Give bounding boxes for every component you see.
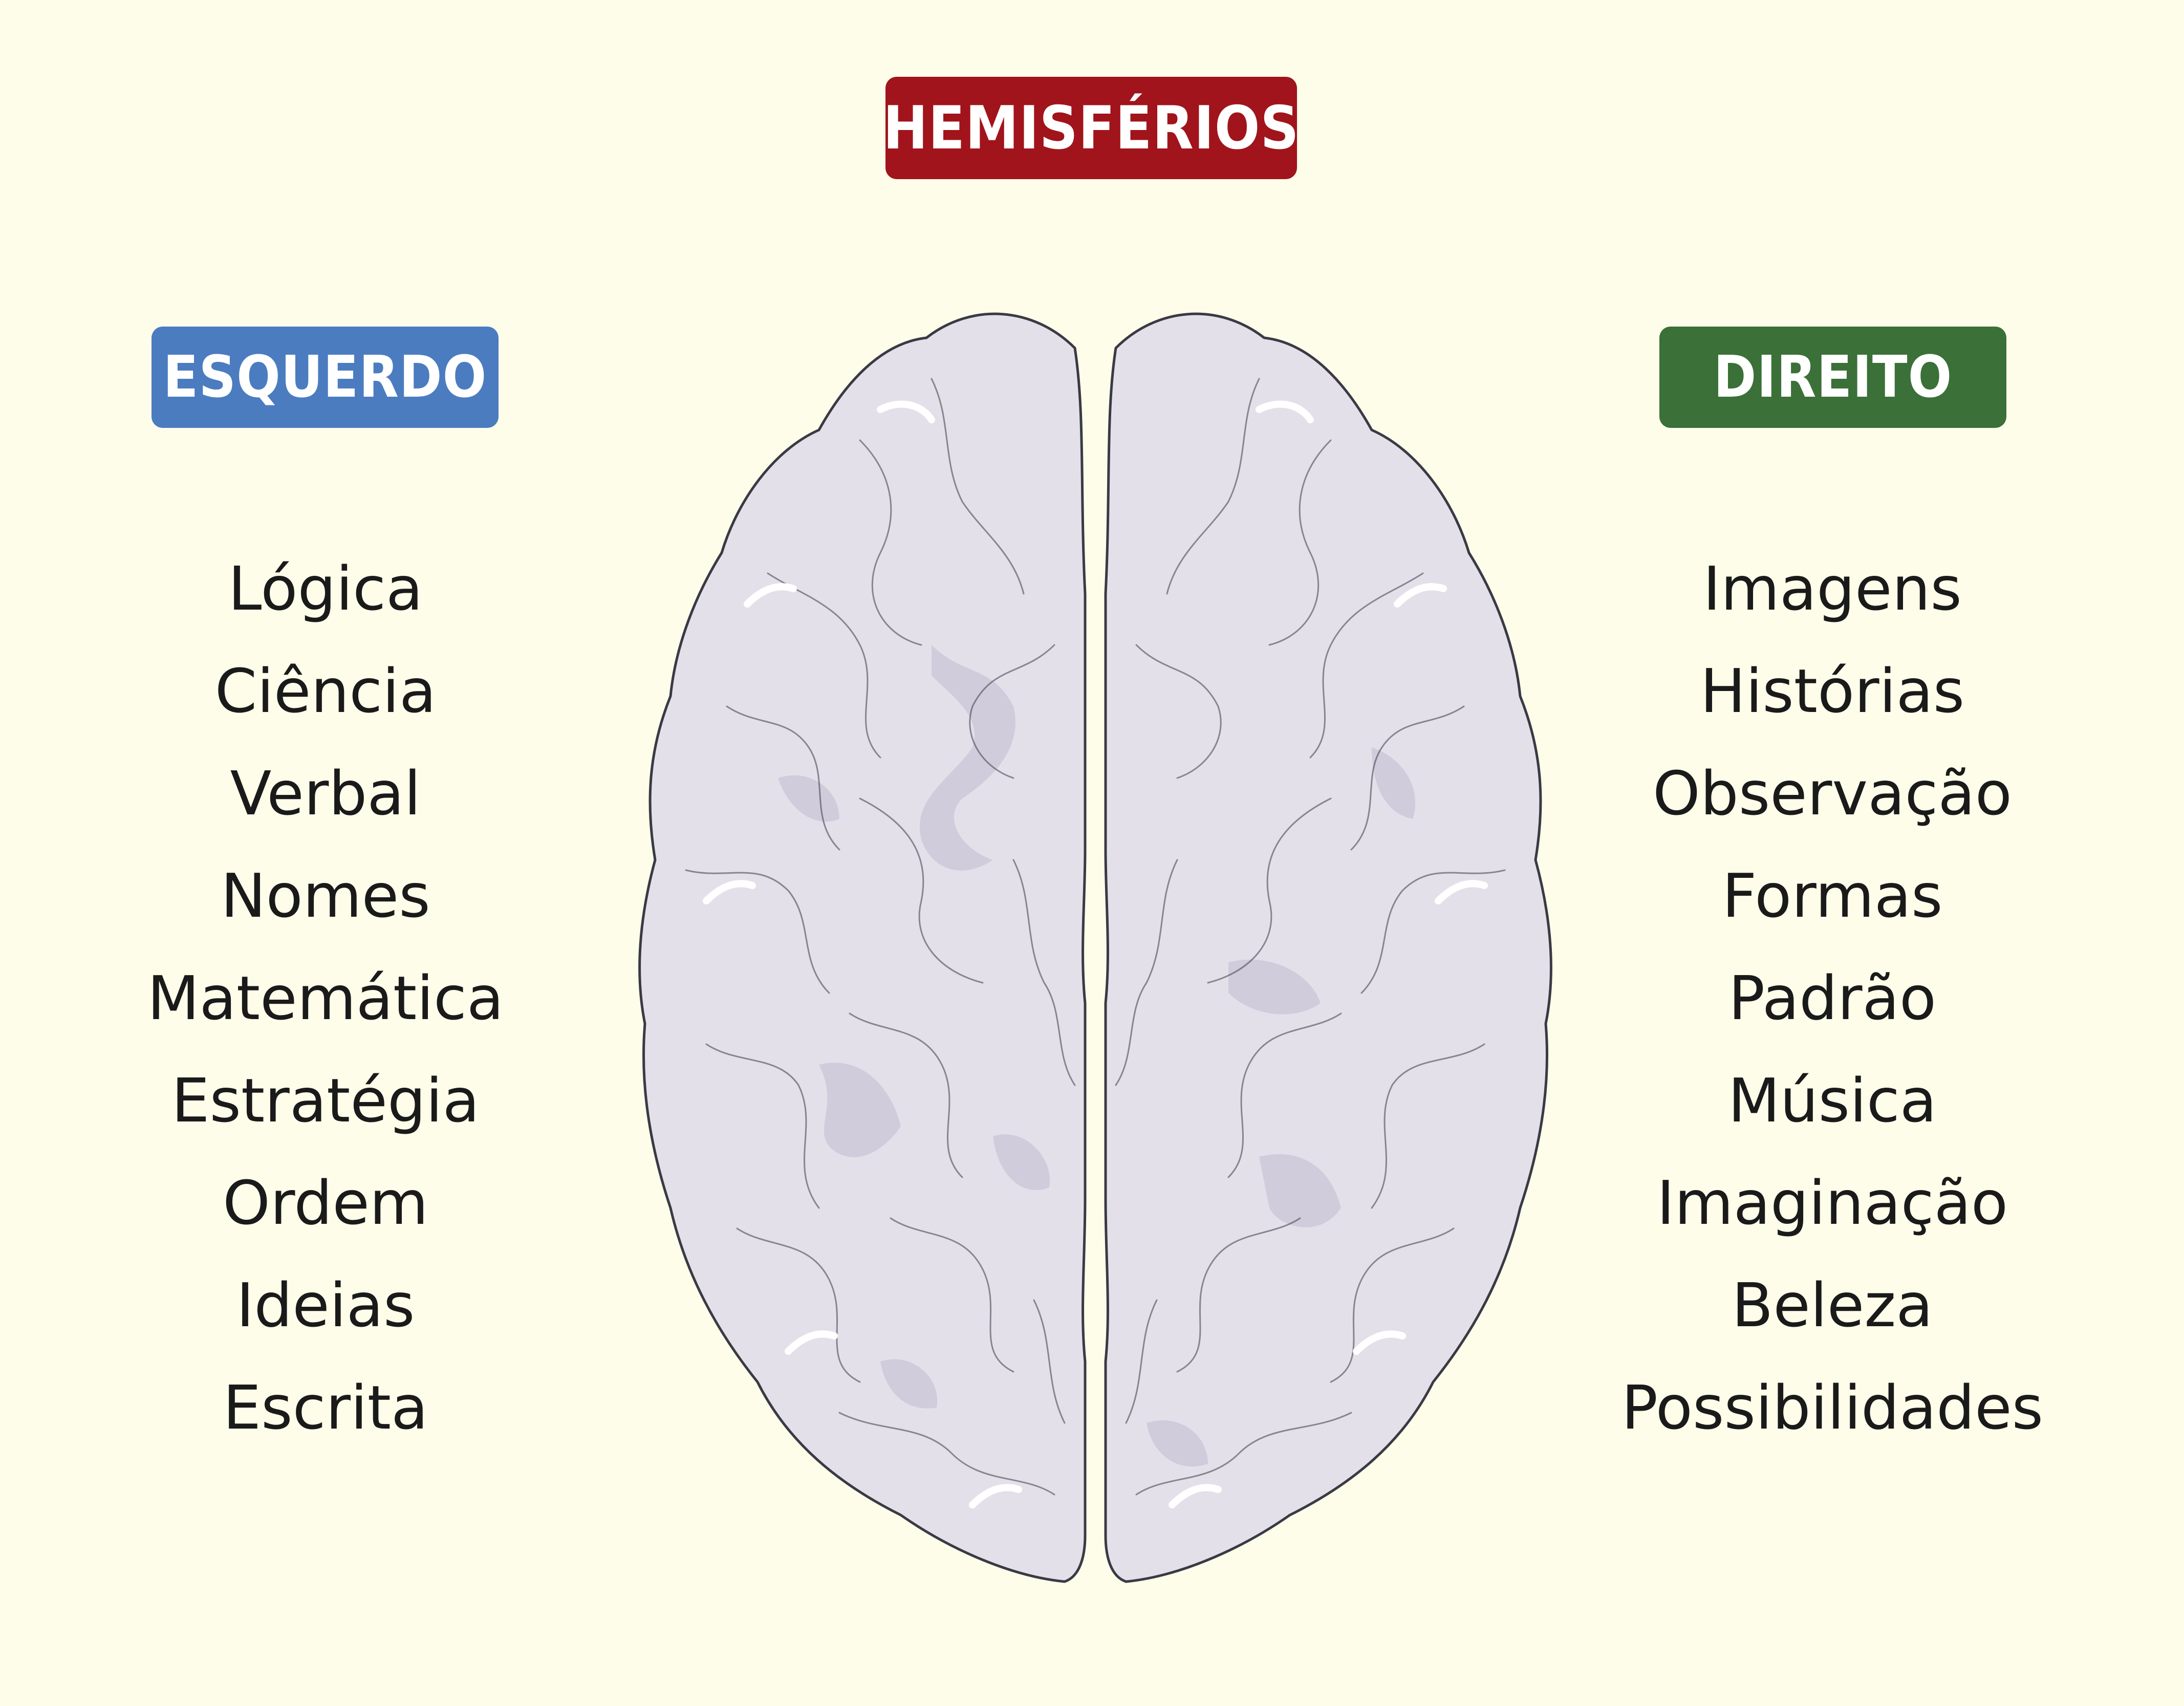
left-hemisphere-label: ESQUERDO: [163, 344, 487, 411]
diagram-canvas: HEMISFÉRIOS ESQUERDO DIREITO Lógica Ciên…: [0, 0, 2184, 1706]
title-label: HEMISFÉRIOS: [883, 93, 1300, 163]
right-item: Música: [1727, 1065, 1937, 1136]
right-item: Possibilidades: [1621, 1372, 2044, 1443]
left-hemisphere-shape: [638, 312, 1087, 1583]
right-item: Histórias: [1700, 656, 1965, 726]
right-item: Formas: [1722, 860, 1943, 931]
title-badge: HEMISFÉRIOS: [883, 77, 1300, 179]
left-item: Nomes: [221, 860, 430, 931]
right-hemisphere-shape: [1104, 312, 1552, 1583]
right-hemisphere-badge: DIREITO: [1659, 327, 2006, 428]
left-item: Matemática: [147, 963, 504, 1033]
brain-illustration: [638, 312, 1552, 1583]
left-item: Estratégia: [171, 1065, 480, 1136]
right-item: Padrão: [1728, 963, 1937, 1033]
right-item: Beleza: [1732, 1270, 1933, 1341]
left-hemisphere-badge: ESQUERDO: [152, 327, 499, 428]
left-hemisphere-list: Lógica Ciência Verbal Nomes Matemática E…: [121, 553, 530, 1474]
right-item: Imagens: [1703, 553, 1962, 624]
left-item: Escrita: [223, 1372, 428, 1443]
right-item: Imaginação: [1656, 1168, 2008, 1238]
left-item: Ordem: [223, 1168, 428, 1238]
right-item: Observação: [1653, 758, 2012, 829]
left-item: Verbal: [230, 758, 421, 829]
left-item: Ciência: [214, 656, 437, 726]
right-hemisphere-label: DIREITO: [1713, 344, 1953, 411]
left-item: Lógica: [228, 553, 423, 624]
left-item: Ideias: [236, 1270, 415, 1341]
right-hemisphere-list: Imagens Histórias Observação Formas Padr…: [1576, 553, 2088, 1474]
